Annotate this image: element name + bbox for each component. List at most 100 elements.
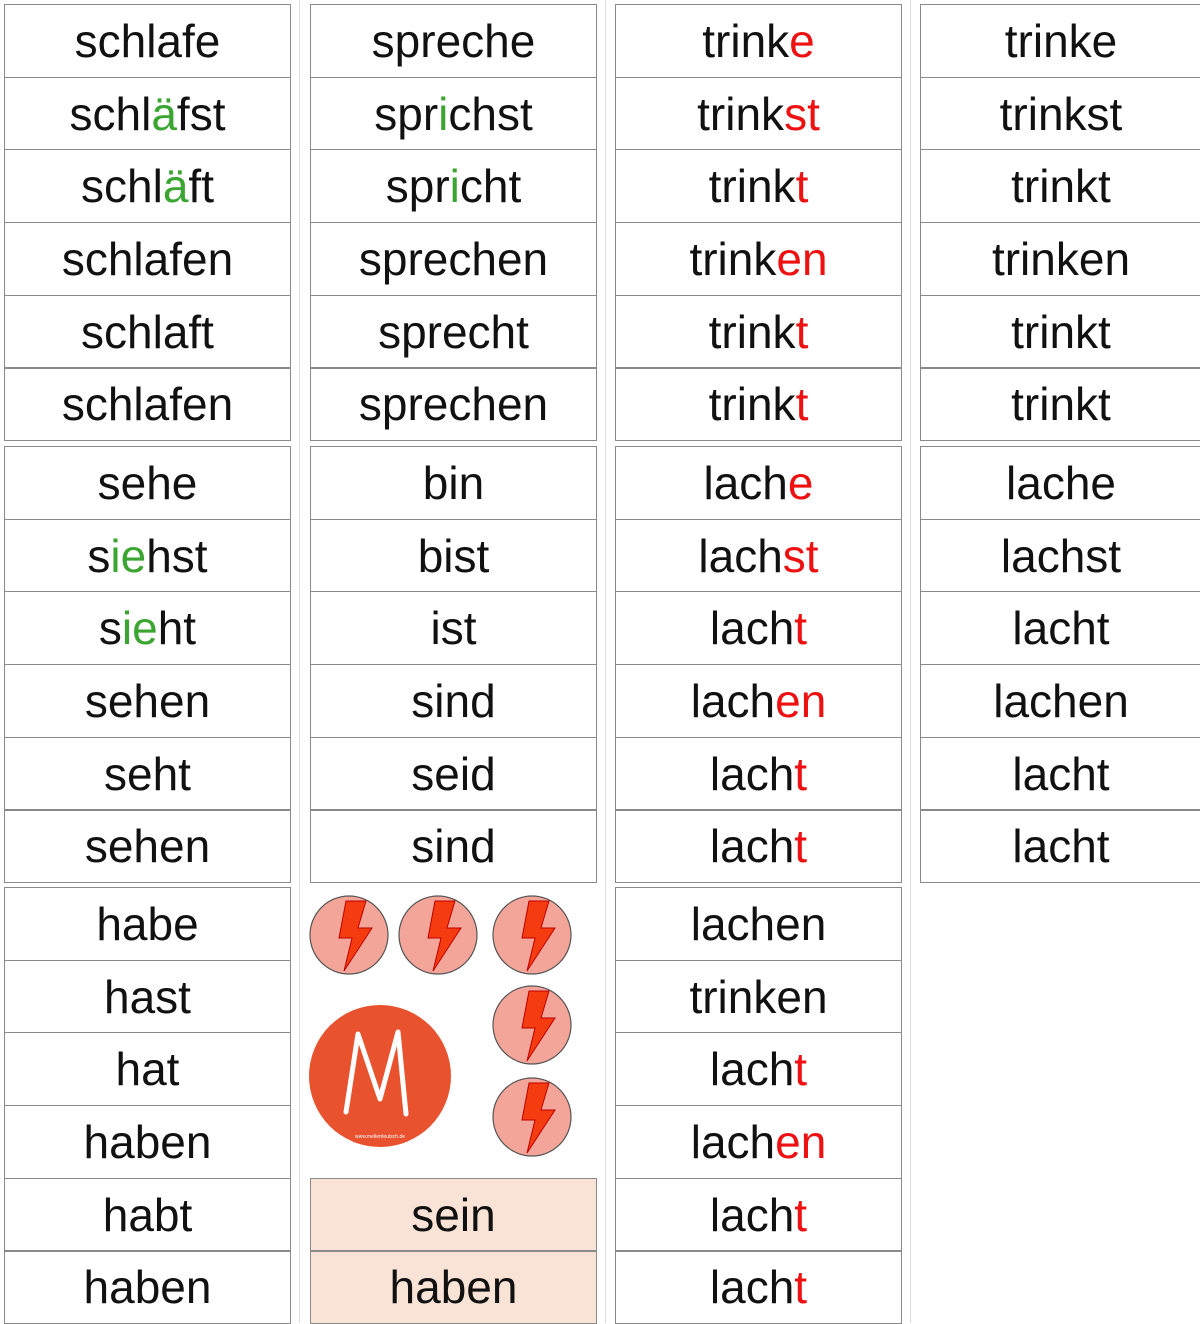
conjugation-cell: lachst [920,519,1200,593]
highlighted-ending: e [789,14,815,68]
conjugation-cell: trinke [920,4,1200,78]
logo-url: www.mellerdeutsch.de [355,1134,405,1140]
word-part: trinken [992,232,1130,286]
word-part: bin [423,456,484,510]
conjugation-cell: sehen [4,664,291,738]
conjugation-cell: trinkt [615,295,902,369]
word-part: s [99,601,122,655]
conjugation-cell: schläft [4,149,291,223]
highlighted-ending: ä [151,87,177,141]
conjugation-cell: trinkst [615,77,902,151]
conjugation-cell: lacht [615,737,902,811]
word-part: lach [710,1188,794,1242]
word-part: schl [81,159,163,213]
conjugation-cell: lacht [615,810,902,884]
conjugation-cell: sehen [4,810,291,884]
word-part: seht [104,747,191,801]
word-part: trinkt [1011,305,1111,359]
conjugation-cell: trinken [615,960,902,1034]
word-part: ft [188,159,214,213]
word-part: lach [710,1260,794,1314]
word-part: trink [702,14,789,68]
conjugation-cell: sprecht [310,295,597,369]
word-part: schlafen [62,377,233,431]
conjugation-cell: hat [4,1032,291,1106]
word-part: spr [386,159,450,213]
conjugation-cell: schlafen [4,368,291,442]
conjugation-cell: bist [310,519,597,593]
conjugation-cell: trinkt [920,295,1200,369]
lightning-icon [491,1076,573,1158]
lightning-icon [308,894,390,976]
word-part: sind [411,819,495,873]
conjugation-cell: trinken [615,222,902,296]
word-part: sehen [85,674,210,728]
conjugation-cell: schläfst [4,77,291,151]
highlighted-ending: t [794,747,807,801]
conjugation-cell: lacht [920,591,1200,665]
word-part: chst [448,87,532,141]
conjugation-cell: sind [310,810,597,884]
highlighted-ending: ie [110,529,146,583]
word-part: lacht [1012,819,1109,873]
word-part: lach [698,529,782,583]
word-part: spreche [372,14,536,68]
word-part: hat [116,1042,180,1096]
highlighted-ending: e [788,456,814,510]
conjugation-cell: lachen [615,664,902,738]
conjugation-cell: hast [4,960,291,1034]
word-part: trinke [1005,14,1117,68]
word-part: trinkt [1011,377,1111,431]
word-part: seid [411,747,495,801]
word-part: hst [146,529,207,583]
logo-m: www.mellerdeutsch.de [308,1004,452,1148]
lightning-icon [491,894,573,976]
word-part: ist [431,601,477,655]
word-part: lacht [1012,747,1109,801]
word-part: bist [418,529,490,583]
conjugation-cell: lachen [615,1105,902,1179]
highlighted-ending: en [775,674,826,728]
word-part: habt [103,1188,193,1242]
highlighted-ending: en [776,232,827,286]
highlighted-ending: t [794,819,807,873]
conjugation-cell: schlaft [4,295,291,369]
word-part: sehe [98,456,198,510]
lightning-icon [397,894,479,976]
word-part: lach [704,456,788,510]
word-part: trink [709,377,796,431]
word-part: sprechen [359,377,548,431]
conjugation-cell: sprechen [310,368,597,442]
conjugation-cell: trinkt [920,368,1200,442]
conjugation-cell: trinke [615,4,902,78]
conjugation-cell: lacht [615,1251,902,1324]
conjugation-cell: lache [920,446,1200,520]
conjugation-cell: haben [4,1251,291,1324]
column-divider [299,0,300,1323]
word-part: lach [710,747,794,801]
highlighted-ending: t [796,377,809,431]
word-part: trinken [689,970,827,1024]
conjugation-cell: lacht [920,737,1200,811]
conjugation-cell: sind [310,664,597,738]
word-part: trink [689,232,776,286]
highlighted-ending: t [794,1188,807,1242]
conjugation-cell: haben [310,1251,597,1324]
word-part: trink [709,159,796,213]
conjugation-cell: trinkt [920,149,1200,223]
word-part: lache [1006,456,1116,510]
conjugation-cell: sehe [4,446,291,520]
conjugation-cell: lachst [615,519,902,593]
conjugation-cell: lachen [615,887,902,961]
highlighted-ending: t [796,305,809,359]
conjugation-cell: ist [310,591,597,665]
conjugation-cell: sprichst [310,77,597,151]
conjugation-cell: siehst [4,519,291,593]
word-part: haben [390,1260,518,1314]
word-part: sind [411,674,495,728]
word-part: sein [411,1188,495,1242]
word-part: lacht [1012,601,1109,655]
highlighted-ending: ä [163,159,189,213]
word-part: s [87,529,110,583]
highlighted-ending: t [794,1042,807,1096]
